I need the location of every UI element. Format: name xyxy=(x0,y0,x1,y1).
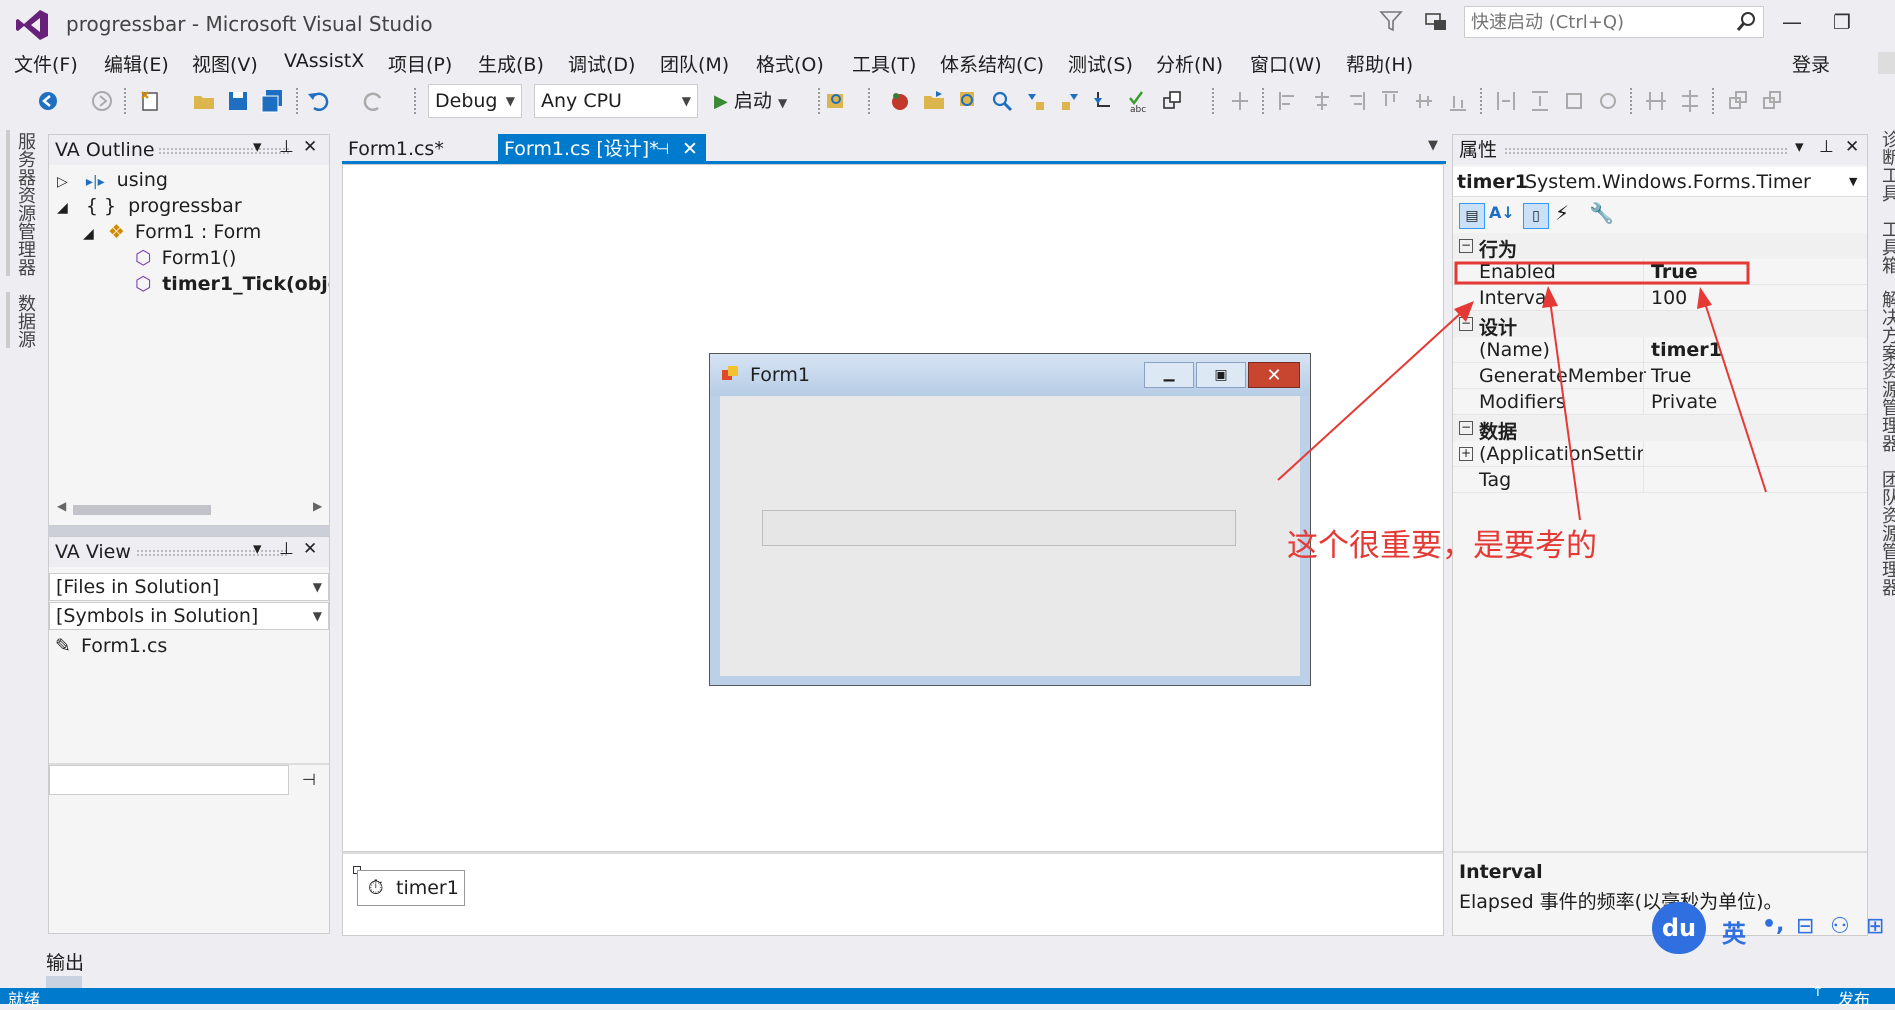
annotation-arrowhead-2 xyxy=(1542,286,1558,308)
annotation-text: 这个很重要，是要考的 xyxy=(1287,528,1597,564)
annotation-arrow-1 xyxy=(1277,311,1463,481)
annotation-arrowhead-3 xyxy=(1697,287,1712,309)
annotation-arrowhead-1 xyxy=(1454,301,1474,322)
annotation-arrow-3 xyxy=(1703,299,1767,493)
annotation-overlay xyxy=(1277,261,1767,521)
annotation-highlight-box xyxy=(1454,261,1750,285)
annotation-arrow-2 xyxy=(1549,299,1581,521)
